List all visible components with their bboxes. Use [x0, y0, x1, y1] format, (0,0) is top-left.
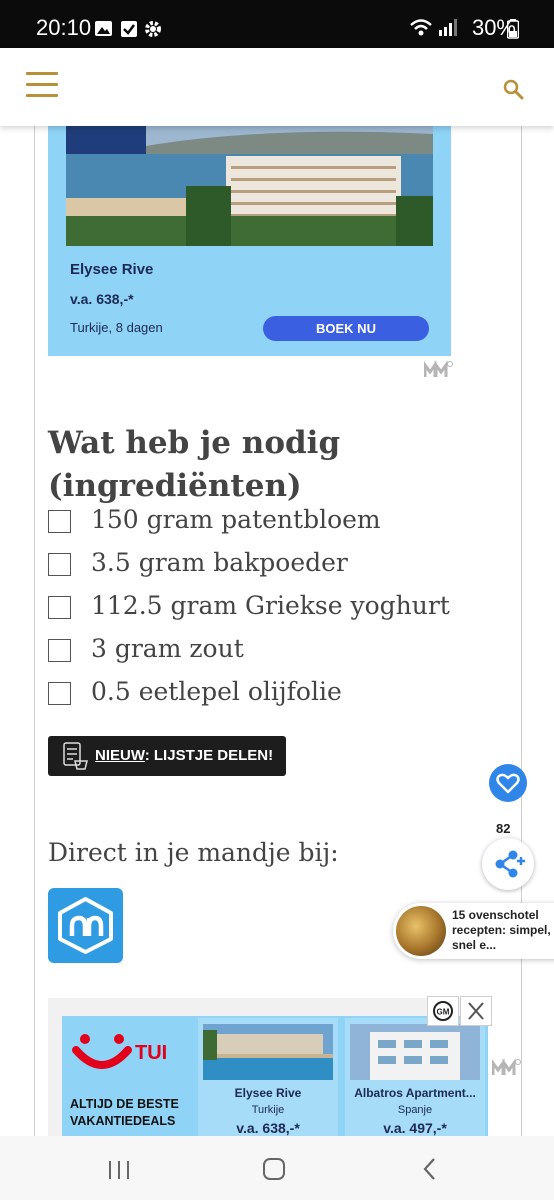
deal-price: v.a. 638,-*	[236, 1120, 300, 1136]
ad-network-logo-icon	[492, 1058, 521, 1075]
ingredient-text: 3 gram zout	[91, 634, 244, 663]
albert-heijn-logo[interactable]	[48, 888, 123, 963]
search-icon[interactable]	[502, 78, 526, 102]
recipe-thumbnail	[396, 906, 446, 956]
back-icon[interactable]	[420, 1156, 440, 1182]
ingredient-checkbox[interactable]	[48, 639, 71, 662]
favorites-count: 82	[496, 821, 511, 836]
ingredient-text: 112.5 gram Griekse yoghurt	[91, 591, 450, 620]
ad-info-icon: GM	[433, 1001, 453, 1021]
ad-network-logo-icon	[424, 360, 453, 377]
deal-country: Turkije	[251, 1104, 285, 1116]
close-icon	[468, 1002, 484, 1020]
ingredient-text: 0.5 eetlepel olijfolie	[91, 677, 342, 706]
deal-country: Spanje	[397, 1104, 433, 1116]
hotel-name: Elysee Rive	[70, 261, 154, 278]
hamburger-menu-icon[interactable]	[26, 72, 58, 98]
hotel-price: v.a. 638,-*	[70, 291, 134, 307]
share-list-button[interactable]: NIEUW: LIJSTJE DELEN!	[48, 736, 286, 776]
status-notification-icons	[95, 21, 161, 37]
site-header	[0, 48, 554, 126]
battery-icon	[507, 19, 519, 39]
recent-apps-icon[interactable]	[107, 1158, 131, 1182]
hotel-ad[interactable]: Elysee Rive v.a. 638,-* Turkije, 8 dagen…	[48, 126, 451, 356]
svg-text:GM: GM	[437, 1008, 450, 1017]
ingredients-heading: Wat heb je nodig (ingrediënten)	[48, 425, 341, 504]
share-list-label: : LIJSTJE DELEN!	[144, 747, 274, 764]
deal-price: v.a. 497,-*	[383, 1120, 447, 1136]
favorite-button[interactable]	[489, 764, 527, 802]
close-ad-button[interactable]	[460, 996, 492, 1026]
ingredient-checkbox[interactable]	[48, 596, 71, 619]
share-list-new-label: NIEUW	[95, 747, 145, 764]
tui-logo-icon	[72, 1034, 132, 1069]
deal-photo	[350, 1024, 480, 1080]
ad-info-button[interactable]: GM	[427, 996, 459, 1026]
status-bar: 20:10 30%	[0, 0, 554, 48]
wifi-signal-icon	[410, 19, 457, 36]
hotel-destination: Turkije, 8 dagen	[70, 320, 163, 335]
tui-ad[interactable]: TUI ALTIJD DE BESTE VAKANTIEDEALS Elysee…	[48, 998, 488, 1136]
ingredient-checkbox[interactable]	[48, 510, 71, 533]
tui-brand: TUI	[135, 1042, 168, 1064]
share-icon	[495, 850, 525, 878]
direct-basket-label: Direct in je mandje bij:	[48, 838, 339, 867]
tui-ad-banner: TUI ALTIJD DE BESTE VAKANTIEDEALS Elysee…	[62, 1016, 488, 1136]
deal-card[interactable]: Albatros Apartment... Spanje v.a. 497,-*	[345, 1018, 485, 1136]
status-time: 20:10	[36, 15, 92, 40]
ingredient-checkbox[interactable]	[48, 553, 71, 576]
deal-name: Elysee Rive	[234, 1086, 302, 1100]
deal-name: Albatros Apartment...	[354, 1086, 476, 1100]
recipe-recommendation[interactable]: 15 ovenschotel recepten: simpel, snel e.…	[393, 903, 554, 959]
deal-photo	[203, 1024, 333, 1080]
heart-icon	[496, 773, 520, 794]
recommendation-text: 15 ovenschotel recepten: simpel, snel e.…	[452, 908, 551, 952]
ingredient-text: 3.5 gram bakpoeder	[91, 548, 348, 577]
ingredient-checkbox[interactable]	[48, 682, 71, 705]
deal-card[interactable]: Elysee Rive Turkije v.a. 638,-*	[198, 1018, 338, 1136]
share-button[interactable]	[482, 838, 534, 890]
home-icon[interactable]	[261, 1156, 287, 1182]
system-nav-bar	[0, 1136, 554, 1200]
hotel-photo	[66, 126, 433, 246]
checklist-icon	[63, 742, 88, 770]
ingredient-text: 150 gram patentbloem	[91, 505, 381, 534]
tui-slogan: ALTIJD DE BESTE VAKANTIEDEALS	[70, 1097, 179, 1128]
book-now-button[interactable]: BOEK NU	[263, 316, 429, 341]
